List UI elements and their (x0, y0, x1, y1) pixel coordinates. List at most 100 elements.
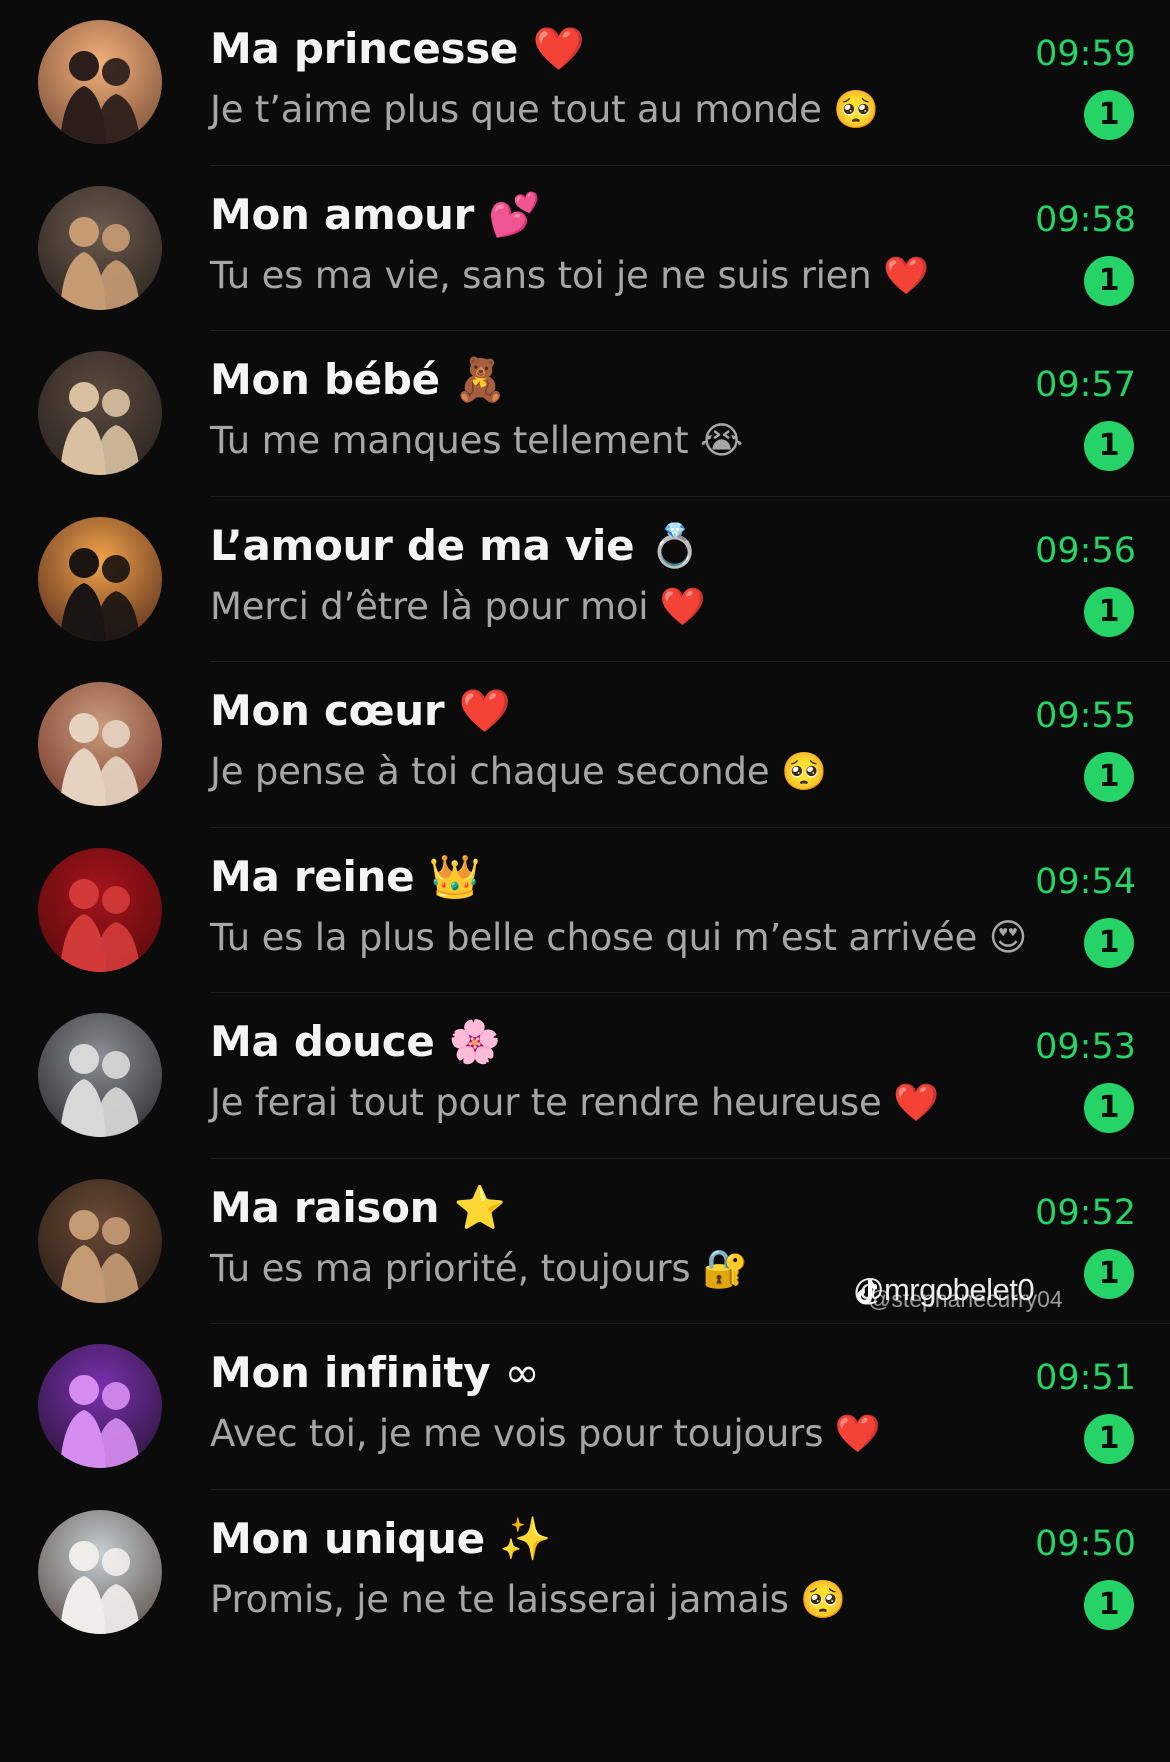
couple-neon-avatar[interactable] (38, 1344, 162, 1468)
chat-name: Mon unique ✨ (210, 1514, 551, 1564)
chat-name: Mon amour 💕 (210, 189, 541, 240)
chat-preview: Tu es ma priorité, toujours 🔐 (210, 1247, 748, 1291)
couple-silhouette-avatar[interactable] (38, 516, 162, 641)
chat-row[interactable]: Mon unique ✨ Promis, je ne te laisserai j… (0, 1490, 1170, 1660)
unread-badge: 1 (1084, 1248, 1134, 1299)
chat-name: L’amour de ma vie 💍 (210, 521, 701, 571)
sparkles-icon: ✨ (499, 1513, 552, 1563)
chat-name-text: Mon bébé (210, 355, 440, 404)
chat-preview: Avec toi, je me vois pour toujours ❤️ (210, 1412, 881, 1456)
couple-portrait-avatar[interactable] (38, 351, 162, 475)
chat-preview-text: Merci d’être là pour moi (210, 584, 649, 628)
red-roses-avatar[interactable] (38, 847, 162, 972)
chat-row[interactable]: Mon amour 💕 Tu es ma vie, sans toi je ne … (0, 166, 1170, 332)
pleading-face-icon: 🥺 (800, 1577, 847, 1621)
unread-badge: 1 (1084, 255, 1134, 306)
red-heart-icon: ❤️ (458, 686, 511, 735)
chat-preview: Je t’aime plus que tout au monde 🥺 (210, 88, 879, 132)
chat-name-text: L’amour de ma vie (210, 520, 635, 570)
chat-list-screen: Ma princesse ❤️ Je t’aime plus que tout a… (0, 0, 1170, 1762)
lock-with-key-icon: 🔐 (702, 1246, 748, 1290)
chat-preview: Promis, je ne te laisserai jamais 🥺 (210, 1578, 846, 1622)
couple-lake-avatar[interactable] (38, 1509, 162, 1634)
chat-name: Mon cœur ❤️ (210, 686, 511, 736)
chat-name: Mon bébé 🧸 (210, 355, 507, 405)
chat-row[interactable]: Ma princesse ❤️ Je t’aime plus que tout a… (0, 0, 1170, 166)
cherry-blossom-icon: 🌸 (448, 1017, 501, 1066)
chat-preview-text: Je ferai tout pour te rendre heureuse (210, 1081, 882, 1124)
chat-name: Mon infinity ∞ (210, 1348, 540, 1397)
couple-hug-avatar[interactable] (38, 682, 162, 806)
watermark-handle: @mrgobelet0 (853, 1272, 1035, 1307)
unread-badge: 1 (1084, 1579, 1134, 1630)
unread-badge: 1 (1084, 90, 1134, 140)
chat-preview-text: Promis, je ne te laisserai jamais (210, 1577, 789, 1621)
chat-time: 09:56 (1035, 530, 1136, 571)
unread-badge: 1 (1084, 752, 1134, 802)
chat-preview-text: Tu es la plus belle chose qui m’est arri… (210, 915, 978, 959)
red-heart-icon: ❤️ (659, 584, 706, 628)
ring-icon: 💍 (648, 520, 701, 570)
chat-name-text: Mon amour (210, 189, 475, 239)
couple-winter-avatar[interactable] (38, 1013, 162, 1137)
unread-badge: 1 (1084, 421, 1134, 471)
chat-time: 09:54 (1035, 861, 1136, 902)
chat-preview: Je ferai tout pour te rendre heureuse ❤️ (210, 1081, 939, 1125)
red-heart-icon: ❤️ (883, 253, 929, 297)
chat-name-text: Mon unique (210, 1513, 485, 1563)
pleading-face-icon: 🥺 (833, 88, 880, 131)
unread-badge: 1 (1084, 1083, 1134, 1133)
crown-icon: 👑 (428, 851, 481, 901)
two-hearts-icon: 💕 (488, 189, 541, 239)
chat-preview-text: Tu es ma vie, sans toi je ne suis rien (210, 253, 872, 297)
chat-time: 09:50 (1035, 1523, 1136, 1564)
red-heart-icon: ❤️ (893, 1081, 939, 1124)
couple-embrace-avatar[interactable] (38, 185, 162, 310)
chat-preview: Tu me manques tellement 😭 (210, 419, 743, 462)
chat-row[interactable]: L’amour de ma vie 💍 Merci d’être là pour … (0, 497, 1170, 663)
heart-eyes-icon: 😍 (988, 915, 1028, 959)
chat-preview: Merci d’être là pour moi ❤️ (210, 585, 706, 629)
chat-row[interactable]: Mon cœur ❤️ Je pense à toi chaque seconde… (0, 662, 1170, 828)
unread-badge: 1 (1084, 586, 1134, 637)
couple-sunset-avatar[interactable] (38, 20, 162, 144)
chat-name: Ma princesse ❤️ (210, 24, 585, 74)
chat-name-text: Mon infinity (210, 1348, 491, 1397)
infinity-icon: ∞ (504, 1348, 540, 1397)
chat-name-text: Mon cœur (210, 686, 445, 735)
chat-time: 09:57 (1035, 365, 1136, 405)
chat-name-text: Ma raison (210, 1182, 440, 1232)
chat-name-text: Ma reine (210, 851, 415, 901)
chat-row[interactable]: Ma douce 🌸 Je ferai tout pour te rendre h… (0, 993, 1170, 1159)
chat-preview-text: Je pense à toi chaque seconde (210, 750, 770, 793)
chat-preview: Tu es la plus belle chose qui m’est arri… (210, 916, 1027, 959)
red-heart-icon: ❤️ (532, 24, 585, 73)
chat-preview-text: Tu me manques tellement (210, 419, 689, 462)
unread-badge: 1 (1084, 917, 1134, 968)
chat-time: 09:51 (1035, 1358, 1136, 1398)
chat-name-text: Ma princesse (210, 24, 519, 73)
chat-time: 09:58 (1035, 199, 1136, 240)
chat-name: Ma douce 🌸 (210, 1017, 501, 1067)
teddy-bear-icon: 🧸 (454, 355, 507, 404)
chat-preview-text: Tu es ma priorité, toujours (210, 1246, 691, 1290)
pleading-face-icon: 🥺 (780, 750, 827, 793)
chat-preview: Je pense à toi chaque seconde 🥺 (210, 750, 827, 794)
chat-row[interactable]: Mon bébé 🧸 Tu me manques tellement 😭 09:57… (0, 331, 1170, 497)
couple-window-avatar[interactable] (38, 1178, 162, 1303)
chat-time: 09:53 (1035, 1027, 1136, 1067)
chat-preview-text: Avec toi, je me vois pour toujours (210, 1412, 824, 1455)
chat-time: 09:59 (1035, 34, 1136, 74)
star-icon: ⭐ (453, 1182, 506, 1232)
crying-face-icon: 😭 (700, 419, 744, 462)
chat-name: Ma reine 👑 (210, 852, 481, 902)
chat-preview: Tu es ma vie, sans toi je ne suis rien ❤… (210, 254, 929, 298)
chat-row[interactable]: Ma reine 👑 Tu es la plus belle chose qui … (0, 828, 1170, 994)
red-heart-icon: ❤️ (834, 1412, 881, 1455)
chat-name-text: Ma douce (210, 1017, 435, 1066)
unread-badge: 1 (1084, 1414, 1134, 1464)
chat-row[interactable]: Mon infinity ∞ Avec toi, je me vois pour … (0, 1324, 1170, 1490)
chat-name: Ma raison ⭐ (210, 1183, 506, 1233)
chat-preview-text: Je t’aime plus que tout au monde (210, 88, 822, 131)
chat-time: 09:55 (1035, 696, 1136, 736)
